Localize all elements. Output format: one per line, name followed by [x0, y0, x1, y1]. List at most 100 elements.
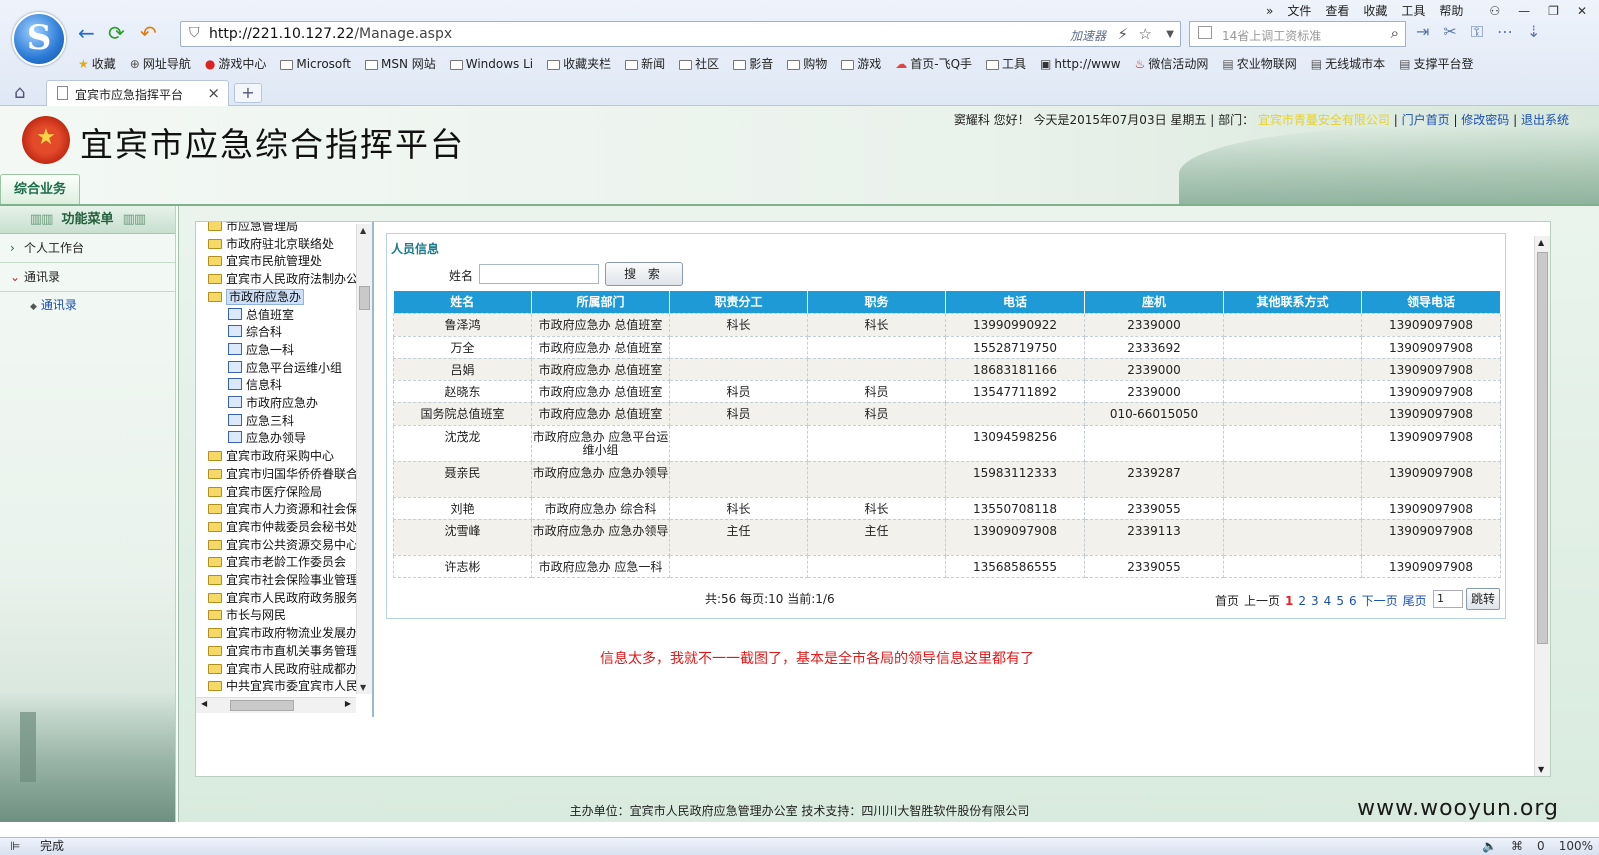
content-vertical-scrollbar[interactable]: ▲ ▼ [1534, 236, 1550, 776]
tree-folder-item[interactable]: 中共宜宾市委宜宾市人民 [208, 677, 358, 695]
menu-favorites[interactable]: 收藏 [1363, 2, 1387, 19]
speaker-icon[interactable]: 🔈 [1482, 838, 1497, 855]
table-row[interactable]: 国务院总值班室 市政府应急办 总值班室 科员 科员 010-66015050 139090… [393, 401, 1501, 426]
jump-page-input[interactable]: 1 [1433, 590, 1463, 608]
scroll-left-icon[interactable]: ◀ [201, 699, 207, 708]
tree-folder-item[interactable]: 宜宾市归国华侨侨眷联合 [208, 465, 358, 483]
login-icon[interactable]: ⇥ [1416, 22, 1429, 42]
tree-folder-item[interactable]: 宜宾市市直机关事务管理 [208, 642, 358, 660]
back-arrow-icon[interactable]: ← [78, 22, 95, 44]
lightning-icon[interactable]: ⚡ [1117, 25, 1128, 43]
portal-home-link[interactable]: 门户首页 [1402, 113, 1450, 127]
tab-active[interactable]: 宜宾市应急指挥平台 × [46, 80, 229, 106]
tree-folder-item[interactable]: 宜宾市人力资源和社会保 [208, 500, 358, 518]
tree-folder-item[interactable]: 宜宾市医疗保险局 [208, 483, 322, 501]
scroll-down-icon[interactable]: ▼ [360, 683, 366, 692]
tree-folder-item[interactable]: 宜宾市社会保险事业管理 [208, 571, 358, 589]
tree-leaf-item[interactable]: 应急一科 [228, 341, 294, 359]
scroll-right-icon[interactable]: ▶ [345, 699, 351, 708]
pager-prev[interactable]: 上一页 [1244, 592, 1280, 609]
accelerator-label[interactable]: 加速器 [1070, 27, 1106, 44]
table-row[interactable]: 许志彬 市政府应急办 应急一科 13568586555 2339055 13909097… [393, 554, 1501, 578]
fav-windows[interactable]: Windows Li [449, 55, 533, 72]
tree-vertical-scrollbar[interactable]: ▲ ▼ [356, 224, 372, 694]
column-header[interactable]: 其他联系方式 [1223, 291, 1362, 313]
table-row[interactable]: 沈雪峰 市政府应急办 应急办领导 主任 主任 13909097908 2339113 139… [393, 518, 1501, 556]
scroll-up-icon[interactable]: ▲ [1538, 238, 1544, 247]
table-row[interactable]: 刘艳 市政府应急办 综合科 科长 科长 13550708118 2339055 139090… [393, 496, 1501, 520]
refresh-icon[interactable]: ⟳ [108, 22, 125, 44]
fav-media[interactable]: 影音 [733, 55, 773, 72]
image-search-icon[interactable] [1198, 26, 1212, 39]
home-icon[interactable]: ⌂ [14, 82, 25, 103]
undo-close-icon[interactable]: ↶ [140, 22, 157, 44]
more-icon[interactable]: ⋯ [1497, 22, 1513, 42]
search-button[interactable]: 搜 索 [605, 262, 683, 286]
table-row[interactable]: 万全 市政府应急办 总值班室 15528719750 2333692 139090979… [393, 335, 1501, 359]
fav-wireless[interactable]: ▤ 无线城市本 [1311, 55, 1385, 72]
pager-last[interactable]: 尾页 [1403, 592, 1427, 609]
tree-folder-item[interactable]: 市政府应急办 [208, 288, 305, 306]
sidebar-item-contacts[interactable]: ⌄ 通讯录 [0, 263, 175, 292]
tree-leaf-item[interactable]: 总值班室 [228, 306, 294, 324]
address-url[interactable]: http://221.10.127.22/Manage.aspx [209, 26, 452, 42]
menu-file[interactable]: 文件 [1287, 2, 1311, 19]
tree-folder-item[interactable]: 宜宾市政府采购中心 [208, 447, 334, 465]
skin-icon[interactable]: ⚇ [1489, 4, 1500, 18]
minimize-icon[interactable]: — [1518, 4, 1530, 18]
tree-leaf-item[interactable]: 应急三科 [228, 412, 294, 430]
search-box[interactable]: 14省上调工资标准 ⌕ [1189, 21, 1406, 47]
tree-leaf-item[interactable]: 应急办领导 [228, 429, 306, 447]
column-header[interactable]: 领导电话 [1361, 291, 1501, 313]
network-icon[interactable]: ⌘ [1511, 838, 1523, 855]
star-favorite-icon[interactable]: ☆ [1139, 25, 1152, 43]
url-dropdown-icon[interactable]: ▼ [1166, 29, 1174, 40]
fav-msn[interactable]: MSN 网站 [364, 55, 436, 72]
tree-leaf-item[interactable]: 信息科 [228, 376, 282, 394]
search-icon[interactable]: ⌕ [1391, 24, 1399, 42]
scroll-up-icon[interactable]: ▲ [360, 226, 366, 235]
pager-page-3[interactable]: 3 [1311, 594, 1319, 608]
download-count[interactable]: 0 [1537, 838, 1545, 855]
tree-folder-item[interactable]: 宜宾市人民政府驻成都办 [208, 660, 358, 678]
fav-news[interactable]: 新闻 [625, 55, 665, 72]
table-row[interactable]: 赵晓东 市政府应急办 总值班室 科员 科员 13547711892 2339000 1390… [393, 379, 1501, 403]
tree-leaf-item[interactable]: 市政府应急办 [228, 394, 318, 412]
fav-collect[interactable]: ★ 收藏 [78, 55, 116, 72]
tree-folder-item[interactable]: 市政府驻北京联络处 [208, 235, 334, 253]
tree-folder-item[interactable]: 宜宾市政府物流业发展办 [208, 624, 358, 642]
address-bar[interactable]: ⛉ http://221.10.127.22/Manage.aspx 加速器 ⚡… [180, 21, 1181, 47]
fav-games[interactable]: ● 游戏中心 [205, 55, 267, 72]
tree-folder-item[interactable]: 宜宾市民航管理处 [208, 252, 322, 270]
fav-agri[interactable]: ▤ 农业物联网 [1222, 55, 1296, 72]
jump-button[interactable]: 跳转 [1466, 588, 1500, 610]
pager-first[interactable]: 首页 [1215, 592, 1239, 609]
status-toggle-icon[interactable]: ⊫ [10, 838, 20, 855]
fav-feiq[interactable]: ☁ 首页-飞Q手 [895, 55, 972, 72]
table-row[interactable]: 鲁泽鸿 市政府应急办 总值班室 科长 科长 13990990922 2339000 1390… [393, 312, 1501, 337]
sidebar-subitem-contacts[interactable]: ◆ 通讯录 [0, 292, 175, 318]
sidebar-item-workbench[interactable]: › 个人工作台 [0, 234, 175, 263]
fav-community[interactable]: 社区 [679, 55, 719, 72]
logout-link[interactable]: 退出系统 [1521, 113, 1569, 127]
pager-page-4[interactable]: 4 [1324, 594, 1332, 608]
tree-folder-item[interactable]: 宜宾市人民政府法制办公 [208, 270, 358, 288]
sidebar-toggle-icon[interactable]: ⇣ [1527, 22, 1540, 42]
menu-view[interactable]: 查看 [1325, 2, 1349, 19]
pager-page-6[interactable]: 6 [1349, 594, 1357, 608]
fav-tools[interactable]: 工具 [986, 55, 1026, 72]
tree-folder-item[interactable]: 宜宾市仲裁委员会秘书处 [208, 518, 358, 536]
column-header[interactable]: 职务 [807, 291, 946, 313]
content-scroll-thumb[interactable] [1537, 252, 1548, 644]
new-tab-button[interactable]: + [234, 83, 262, 103]
close-window-icon[interactable]: ✕ [1577, 4, 1587, 18]
fav-support[interactable]: ▤ 支撑平台登 [1399, 55, 1473, 72]
fav-shopping[interactable]: 购物 [787, 55, 827, 72]
tree-folder-item[interactable]: 宜宾市公共资源交易中心 [208, 536, 358, 554]
pager-page-2[interactable]: 2 [1298, 594, 1306, 608]
column-header[interactable]: 所属部门 [531, 291, 670, 313]
change-password-link[interactable]: 修改密码 [1461, 113, 1509, 127]
tree-leaf-item[interactable]: 应急平台运维小组 [228, 359, 342, 377]
tree-hscroll-thumb[interactable] [230, 700, 294, 711]
column-header[interactable]: 电话 [945, 291, 1085, 313]
